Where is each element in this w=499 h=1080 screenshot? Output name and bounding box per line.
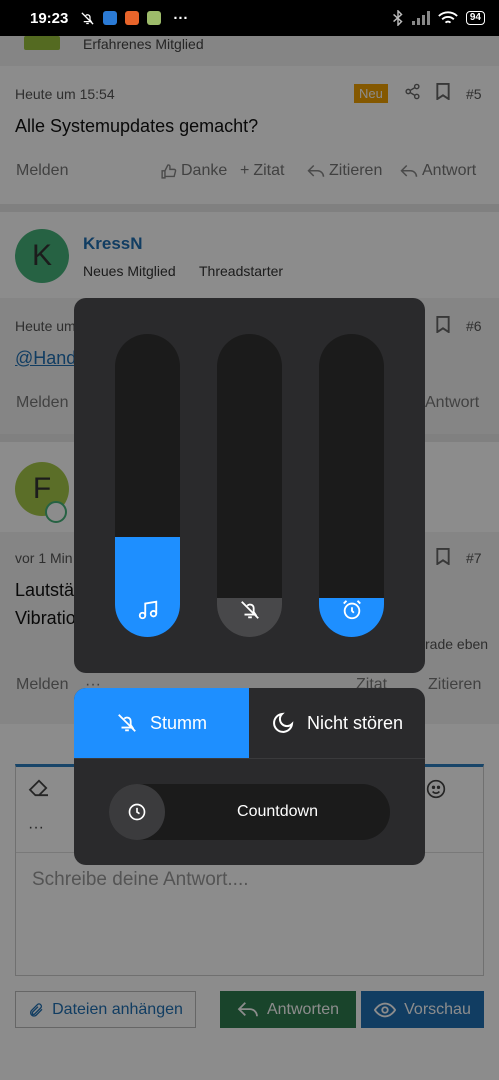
countdown-slider[interactable]: Countdown bbox=[109, 784, 390, 840]
clock-icon bbox=[128, 803, 146, 821]
bell-off-icon bbox=[240, 601, 259, 619]
bluetooth-icon bbox=[392, 10, 403, 26]
status-bar: 19:23 ··· 94 bbox=[0, 0, 499, 36]
more-notifications-icon: ··· bbox=[173, 9, 189, 27]
app-notification-icon bbox=[125, 11, 140, 25]
volume-panel bbox=[74, 298, 425, 673]
bell-off-icon bbox=[118, 714, 136, 732]
moon-icon bbox=[273, 712, 294, 733]
wifi-icon bbox=[438, 11, 458, 23]
battery-icon: 94 bbox=[465, 11, 485, 25]
divider bbox=[74, 758, 425, 759]
mute-label: Stumm bbox=[149, 712, 207, 733]
media-volume-slider[interactable] bbox=[115, 334, 180, 637]
status-time: 19:23 bbox=[30, 9, 69, 27]
alarm-clock-icon bbox=[342, 600, 361, 620]
alarm-volume-slider[interactable] bbox=[319, 334, 384, 637]
mute-button[interactable]: Stumm bbox=[74, 688, 249, 758]
do-not-disturb-button[interactable]: Nicht stören bbox=[249, 688, 425, 758]
sound-mode-panel: Stumm Nicht stören Countdown bbox=[74, 688, 425, 865]
do-not-disturb-label: Nicht stören bbox=[306, 712, 404, 733]
music-note-icon bbox=[138, 600, 157, 620]
signal-icon bbox=[411, 11, 430, 25]
ring-volume-slider[interactable] bbox=[217, 334, 282, 637]
app-notification-icon bbox=[147, 11, 162, 25]
bell-off-icon bbox=[81, 11, 94, 25]
app-notification-icon bbox=[103, 11, 118, 25]
countdown-label: Countdown bbox=[237, 803, 318, 820]
countdown-handle[interactable] bbox=[109, 784, 165, 840]
